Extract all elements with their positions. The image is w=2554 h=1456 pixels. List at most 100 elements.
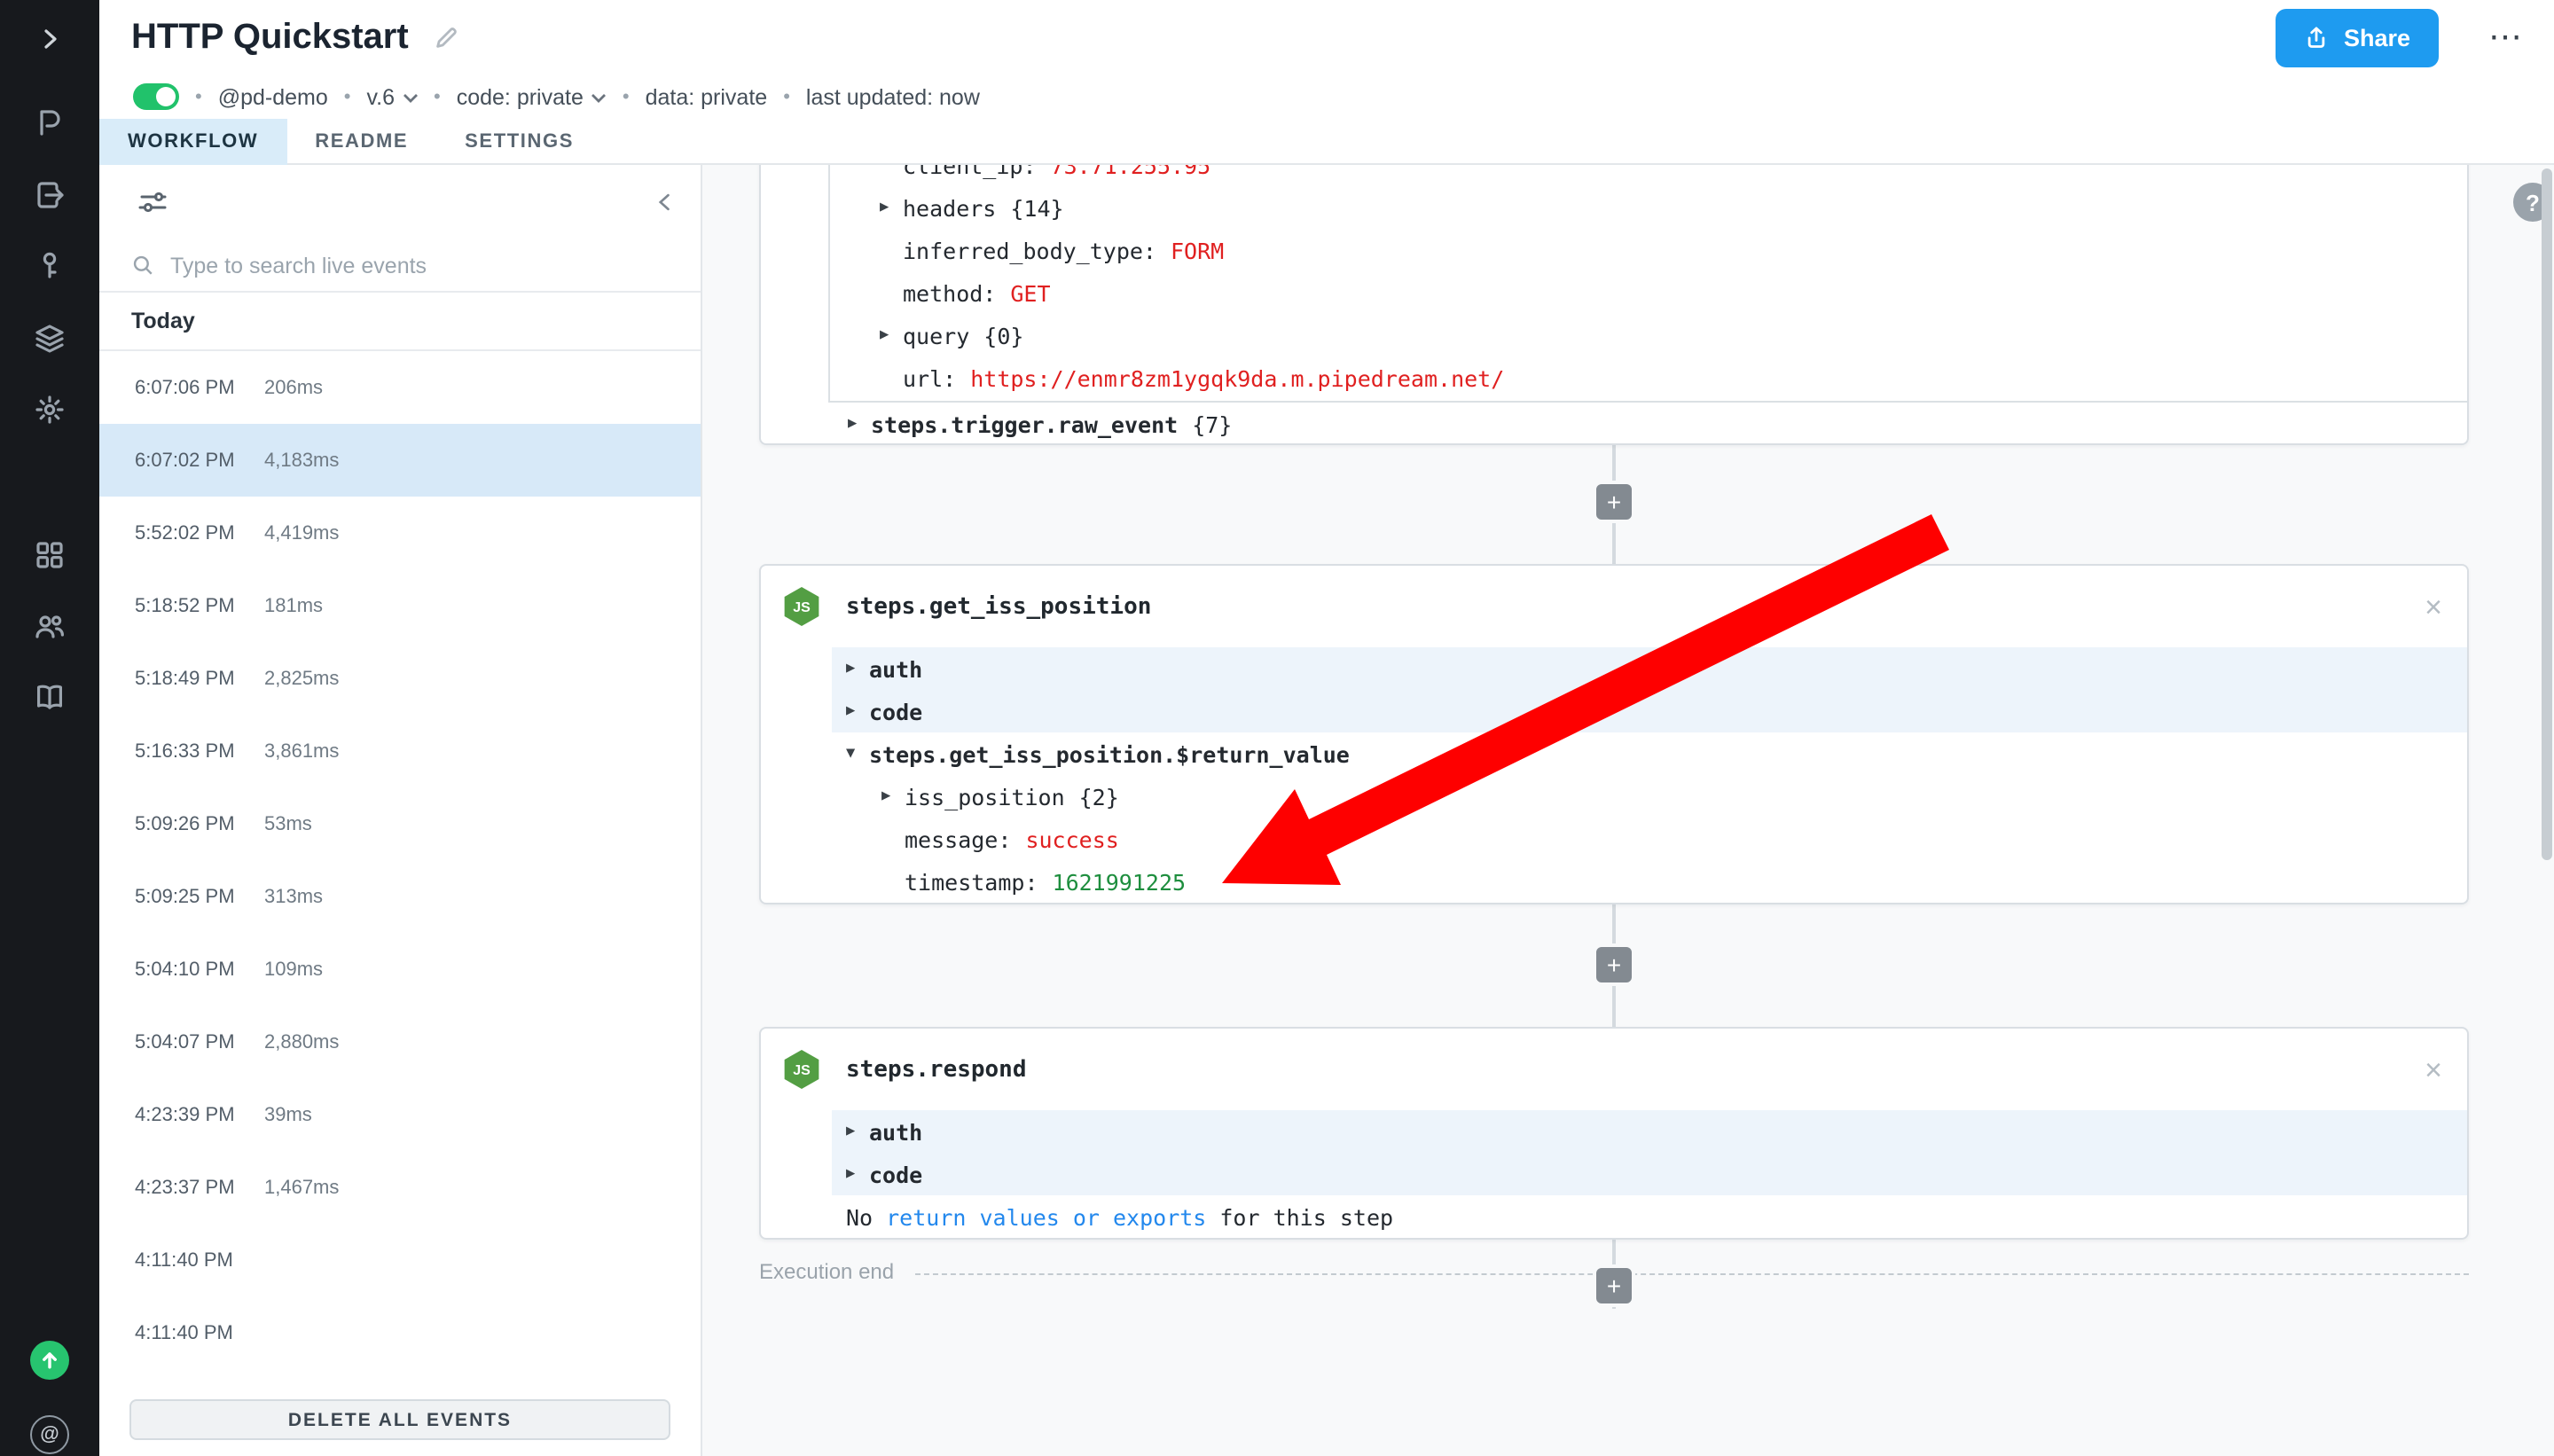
version-dropdown[interactable]: v.6 <box>367 84 419 109</box>
grid-icon[interactable] <box>30 536 69 575</box>
event-time: 4:11:40 PM <box>135 1322 264 1343</box>
workflow-active-toggle[interactable] <box>133 83 179 110</box>
disclosure-triangle-icon[interactable]: ▶ <box>846 660 869 677</box>
event-list-item[interactable]: 4:23:39 PM39ms <box>99 1078 701 1151</box>
json-count: {7} <box>1192 411 1232 437</box>
get-iss-position-step-card: JS steps.get_iss_position × ▶ auth ▶ cod… <box>759 564 2469 904</box>
nodejs-icon: JS <box>782 1050 821 1089</box>
json-key: steps.trigger.raw_event <box>871 411 1178 437</box>
disclosure-triangle-icon[interactable]: ▼ <box>846 745 869 763</box>
edit-title-icon[interactable] <box>434 24 460 51</box>
search-icon <box>131 254 154 277</box>
json-count: {2} <box>1079 783 1119 810</box>
delete-all-events-button[interactable]: DELETE ALL EVENTS <box>129 1399 670 1440</box>
event-list-item[interactable]: 5:52:02 PM4,419ms <box>99 497 701 569</box>
event-duration: 2,880ms <box>264 1031 339 1053</box>
disclosure-triangle-icon[interactable]: ▶ <box>846 1123 869 1140</box>
disclosure-triangle-icon[interactable]: ▶ <box>880 326 903 344</box>
search-input[interactable] <box>170 253 669 278</box>
account-link[interactable]: @pd-demo <box>218 84 328 109</box>
json-row-query: ▶ query {0} <box>830 314 2467 356</box>
support-at-icon[interactable]: @ <box>30 1415 69 1454</box>
json-key: code <box>869 698 922 724</box>
events-panel-toolbar <box>99 165 701 239</box>
gear-icon[interactable] <box>30 390 69 429</box>
filter-icon[interactable] <box>131 181 174 223</box>
event-time: 4:23:37 PM <box>135 1177 264 1198</box>
event-list-item[interactable]: 6:07:06 PM206ms <box>99 351 701 424</box>
json-key: auth <box>869 1118 922 1145</box>
event-time: 4:11:40 PM <box>135 1249 264 1271</box>
screenshot-viewport: @ HTTP Quickstart Share ⋯ • @pd-demo • v… <box>0 0 2554 1456</box>
step-card-header: JS steps.get_iss_position × <box>761 566 2467 647</box>
disclosure-triangle-icon[interactable]: ▶ <box>848 415 871 433</box>
json-count: {14} <box>1010 194 1063 221</box>
json-row-method: method: GET <box>830 271 2467 314</box>
add-step-button[interactable]: + <box>1593 1264 1635 1307</box>
event-list-item[interactable]: 5:18:52 PM181ms <box>99 569 701 642</box>
event-list-item[interactable]: 5:09:25 PM313ms <box>99 860 701 933</box>
disclosure-triangle-icon[interactable]: ▶ <box>846 1165 869 1183</box>
tab-workflow[interactable]: WORKFLOW <box>99 119 286 165</box>
event-time: 5:09:26 PM <box>135 813 264 834</box>
event-list-item[interactable]: 5:09:26 PM53ms <box>99 787 701 860</box>
exports-doc-link[interactable]: return values or exports <box>886 1203 1206 1230</box>
event-list-item[interactable]: 5:16:33 PM3,861ms <box>99 715 701 787</box>
collapse-panel-icon[interactable] <box>644 181 686 223</box>
json-row-raw-event: ▶ steps.trigger.raw_event {7} <box>761 403 2467 445</box>
share-button[interactable]: Share <box>2276 8 2439 67</box>
book-icon[interactable] <box>30 677 69 716</box>
key-icon[interactable] <box>30 247 69 286</box>
step-auth-row: ▶ auth <box>832 1110 2467 1153</box>
json-value: 1621991225 <box>1053 868 1187 895</box>
disclosure-triangle-icon[interactable]: ▶ <box>880 199 903 216</box>
event-list-item[interactable]: 4:11:40 PM <box>99 1296 701 1369</box>
event-time: 5:16:33 PM <box>135 740 264 762</box>
chevron-down-icon <box>591 91 607 102</box>
vertical-scrollbar-thumb[interactable] <box>2542 168 2552 860</box>
add-step-button[interactable]: + <box>1593 481 1635 523</box>
json-value: FORM <box>1171 237 1224 263</box>
code-visibility-dropdown[interactable]: code: private <box>457 84 607 109</box>
json-key: headers <box>903 194 996 221</box>
step-no-exports-row: No return values or exports for this ste… <box>832 1195 2467 1238</box>
share-icon <box>2305 25 2330 50</box>
json-row-headers: ▶ headers {14} <box>830 186 2467 229</box>
status-up-icon[interactable] <box>30 1341 69 1380</box>
execution-end-divider <box>915 1273 2469 1275</box>
meta-separator: • <box>344 86 351 107</box>
tab-settings[interactable]: SETTINGS <box>436 119 602 165</box>
sources-icon[interactable] <box>30 176 69 215</box>
event-time: 5:18:49 PM <box>135 668 264 689</box>
step-code-row: ▶ code <box>832 690 2467 732</box>
event-list-item[interactable]: 5:18:49 PM2,825ms <box>99 642 701 715</box>
close-icon[interactable]: × <box>2425 591 2442 622</box>
expand-sidebar-icon[interactable] <box>30 20 69 59</box>
disclosure-triangle-icon[interactable]: ▶ <box>881 787 905 805</box>
layers-icon[interactable] <box>30 319 69 358</box>
page-title: HTTP Quickstart <box>131 17 409 58</box>
people-icon[interactable] <box>30 607 69 646</box>
workflow-canvas: client_ip: 73.71.255.95 ▶ headers {14} i… <box>702 165 2554 1456</box>
event-duration: 53ms <box>264 813 312 834</box>
event-list-item[interactable]: 4:11:40 PM <box>99 1224 701 1296</box>
more-options-button[interactable]: ⋯ <box>2488 20 2526 54</box>
event-list-item[interactable]: 5:04:07 PM2,880ms <box>99 1006 701 1078</box>
step-title: steps.get_iss_position <box>846 593 1151 620</box>
disclosure-triangle-icon[interactable]: ▶ <box>846 702 869 720</box>
close-icon[interactable]: × <box>2425 1054 2442 1084</box>
json-key: message: <box>905 826 1011 852</box>
meta-separator: • <box>623 86 630 107</box>
live-events-panel: Today 6:07:06 PM206ms 6:07:02 PM4,183ms … <box>99 165 702 1456</box>
event-list-item[interactable]: 5:04:10 PM109ms <box>99 933 701 1006</box>
chevron-down-icon <box>402 91 418 102</box>
tab-readme[interactable]: README <box>286 119 436 165</box>
event-duration: 109ms <box>264 959 323 980</box>
add-step-button[interactable]: + <box>1593 943 1635 986</box>
event-list-item[interactable]: 4:23:37 PM1,467ms <box>99 1151 701 1224</box>
step-card-body: ▶ auth ▶ code No return values or export… <box>832 1110 2467 1238</box>
event-list-item-selected[interactable]: 6:07:02 PM4,183ms <box>99 424 701 497</box>
step-return-value-row: ▼ steps.get_iss_position.$return_value <box>832 732 2467 775</box>
event-duration: 313ms <box>264 886 323 907</box>
pipedream-logo-icon[interactable] <box>30 103 69 142</box>
